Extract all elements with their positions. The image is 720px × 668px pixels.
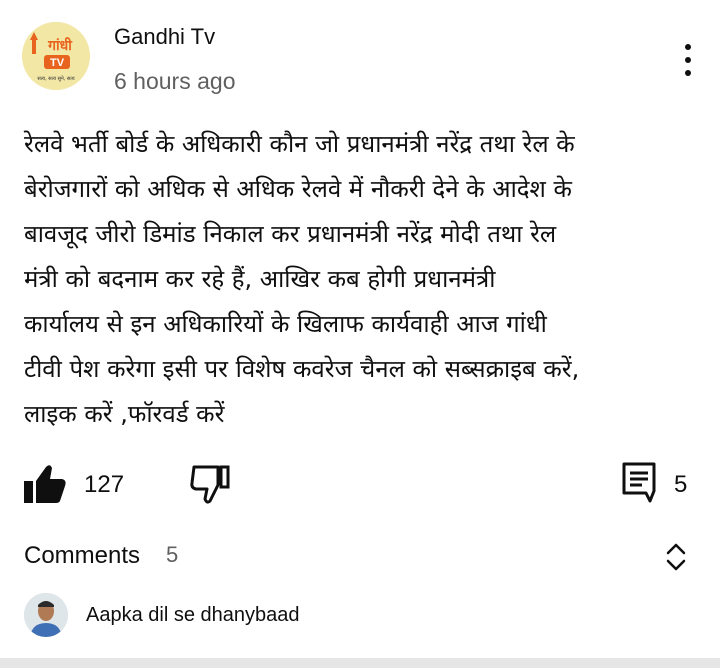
dislike-button[interactable] — [188, 463, 234, 505]
logo-tagline: सत्य, सत्य सुने, सत्य — [37, 75, 74, 82]
gandhi-tv-logo-icon: गांधी TV सत्य, सत्य सुने, सत्य — [22, 22, 90, 90]
user-avatar-icon — [24, 593, 68, 637]
more-options-icon[interactable] — [674, 40, 702, 80]
like-count: 127 — [84, 471, 125, 498]
commenter-avatar[interactable] — [24, 593, 68, 637]
post-action-bar: 127 5 — [0, 455, 720, 515]
thumbs-up-icon — [24, 465, 66, 503]
comments-count: 5 — [166, 542, 179, 567]
bottom-divider — [0, 658, 720, 668]
channel-avatar[interactable]: गांधी TV सत्य, सत्य सुने, सत्य — [22, 22, 90, 90]
post-header: गांधी TV सत्य, सत्य सुने, सत्य Gandhi Tv… — [0, 0, 720, 110]
channel-name[interactable]: Gandhi Tv — [114, 24, 215, 50]
comments-section-header[interactable]: Comments 5 — [0, 530, 720, 580]
top-comment-text: Aapka dil se dhanybaad — [86, 604, 300, 626]
thumbs-down-icon — [190, 465, 230, 504]
like-button[interactable] — [22, 463, 68, 505]
expand-collapse-icon[interactable] — [662, 540, 690, 574]
post-timestamp: 6 hours ago — [114, 68, 236, 94]
comments-label: Comments — [24, 542, 141, 569]
post-body-text: रेलवे भर्ती बोर्ड के अधिकारी कौन जो प्रध… — [24, 130, 580, 428]
logo-text: गांधी — [47, 37, 73, 54]
top-comment-row[interactable]: Aapka dil se dhanybaad — [0, 588, 720, 648]
comment-icon — [622, 462, 656, 503]
comment-count: 5 — [674, 471, 688, 498]
logo-badge: TV — [50, 57, 65, 69]
comments-button[interactable] — [620, 461, 660, 503]
